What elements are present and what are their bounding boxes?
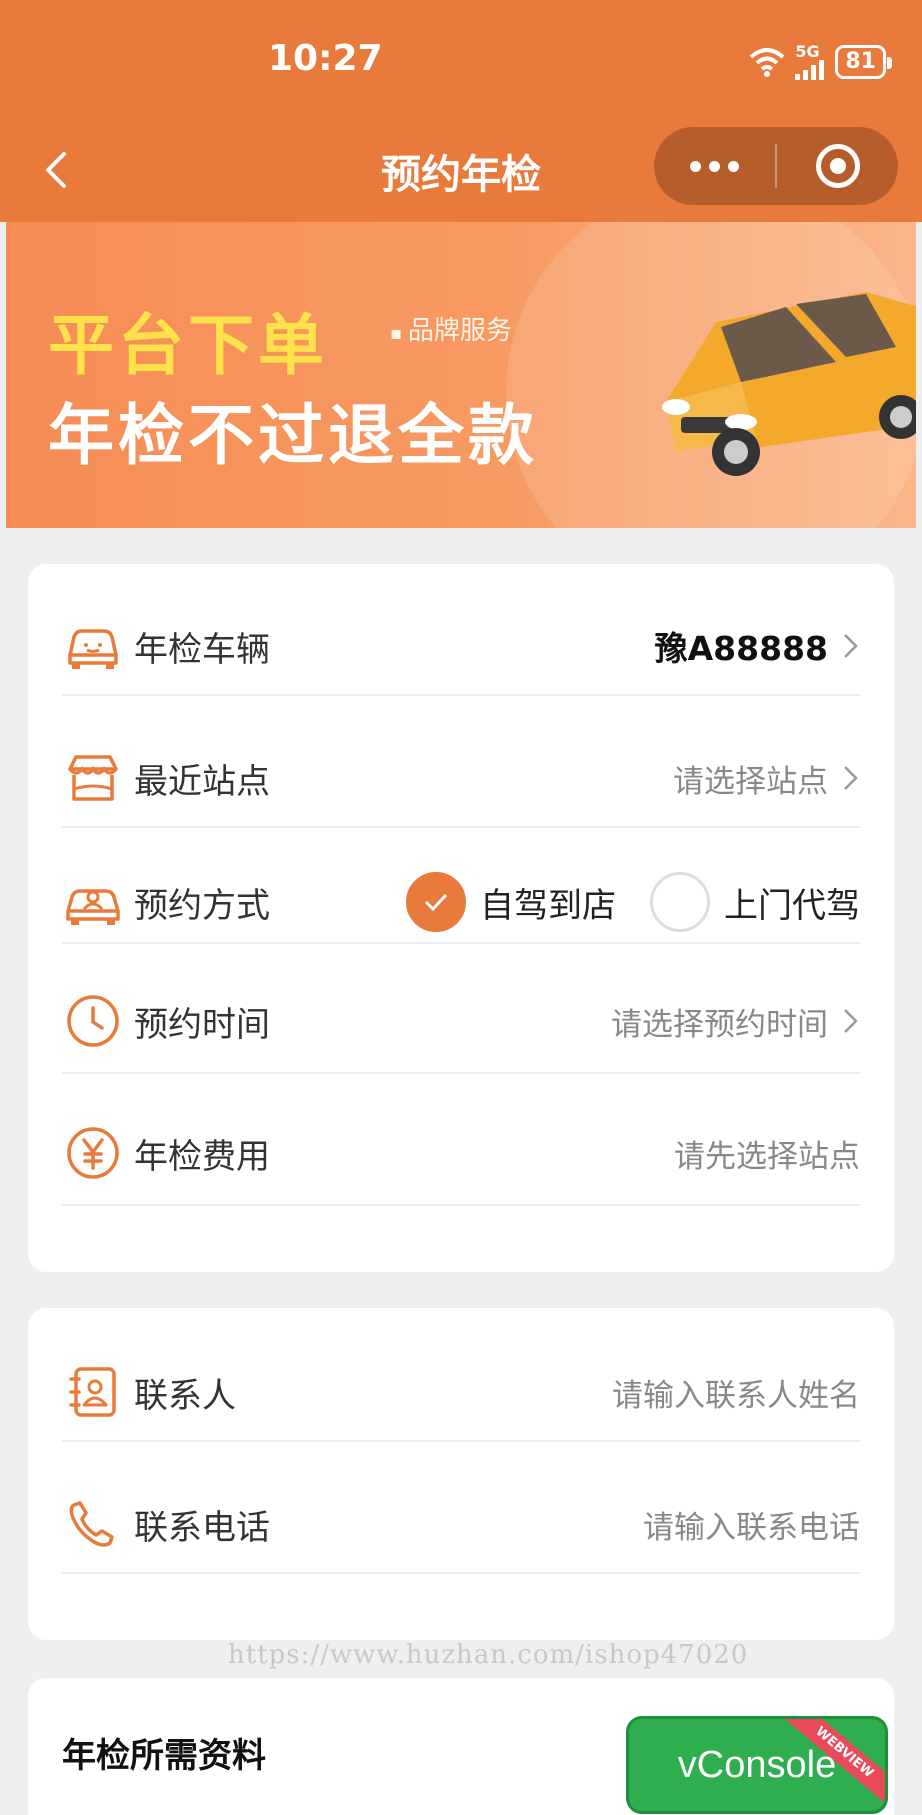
fee-label: 年检费用 <box>134 1136 270 1177</box>
car-illustration <box>662 292 916 476</box>
banner-headline: 平台下单 <box>48 307 328 384</box>
network-type: 5G <box>795 42 820 61</box>
contact-name-label: 联系人 <box>134 1375 236 1416</box>
vconsole-button[interactable]: vConsole WEBVIEW <box>626 1716 888 1814</box>
close-miniprogram-button[interactable] <box>777 127 898 205</box>
contact-card-icon <box>69 1367 116 1417</box>
booking-card: 年检车辆 豫A88888 最近站点 请选择站点 预约方式 自驾到店 上门代驾 预… <box>28 564 894 1272</box>
method-row: 预约方式 自驾到店 上门代驾 <box>62 862 860 944</box>
car-icon <box>68 629 118 669</box>
vconsole-label: vConsole <box>677 1743 837 1786</box>
materials-title: 年检所需资料 <box>62 1736 266 1776</box>
method-radio-group: 自驾到店 上门代驾 <box>406 872 860 932</box>
method-label: 预约方式 <box>134 885 270 926</box>
contact-name-input[interactable]: 请输入联系人姓名 <box>612 1370 860 1415</box>
signal-icon <box>795 60 825 80</box>
banner-subheadline: 年检不过退全款 <box>48 397 538 474</box>
phone-icon <box>69 1501 114 1547</box>
miniprogram-capsule <box>654 127 898 205</box>
status-icons: 5G 81 <box>749 42 892 80</box>
vehicle-plate: 豫A88888 <box>655 622 860 670</box>
wifi-icon <box>750 48 785 77</box>
target-icon <box>815 144 860 188</box>
banner-tag: 品牌服务 <box>390 310 512 347</box>
contact-card: 联系人 请输入联系人姓名 联系电话 请输入联系电话 <box>28 1308 894 1640</box>
store-icon <box>68 755 118 801</box>
station-placeholder: 请选择站点 <box>673 763 828 800</box>
contact-phone-label: 联系电话 <box>134 1507 270 1548</box>
method-option-pickup[interactable]: 上门代驾 <box>650 872 860 932</box>
watermark-text: https://www.huzhan.com/ishop47020 <box>228 1640 749 1670</box>
app-header: 10:27 5G 81 预约年检 <box>0 0 922 222</box>
time-label: 预约时间 <box>134 1004 270 1045</box>
more-dots-icon <box>690 160 701 172</box>
radio-unchecked-icon <box>650 872 710 932</box>
promo-banner[interactable]: 平台下单 品牌服务 年检不过退全款 <box>6 222 916 528</box>
driver-car-icon <box>66 889 120 925</box>
chevron-right-icon <box>844 634 858 658</box>
station-select: 请选择站点 <box>673 756 860 801</box>
status-time: 10:27 <box>268 38 383 79</box>
clock-icon <box>67 995 119 1047</box>
target-dot <box>829 158 846 174</box>
more-dot <box>709 160 720 172</box>
contact-phone-row[interactable]: 联系电话 请输入联系电话 <box>62 1476 860 1574</box>
more-dot <box>728 160 739 172</box>
vehicle-label: 年检车辆 <box>134 629 270 670</box>
method-option-self-drive[interactable]: 自驾到店 <box>406 872 616 932</box>
vehicle-row[interactable]: 年检车辆 豫A88888 <box>62 598 860 696</box>
fee-row: 年检费用 请先选择站点 <box>62 1102 860 1206</box>
battery-indicator: 81 <box>835 45 892 79</box>
yuan-icon <box>67 1127 119 1179</box>
vehicle-plate-text: 豫A88888 <box>654 629 828 668</box>
method-option-label: 上门代驾 <box>724 885 860 926</box>
contact-phone-input[interactable]: 请输入联系电话 <box>643 1502 860 1547</box>
more-menu-button[interactable] <box>654 127 775 205</box>
time-row[interactable]: 预约时间 请选择预约时间 <box>62 970 860 1074</box>
station-label: 最近站点 <box>134 761 270 802</box>
check-icon <box>424 893 448 912</box>
time-placeholder: 请选择预约时间 <box>611 1006 828 1043</box>
radio-checked-icon <box>406 872 466 932</box>
chevron-right-icon <box>844 1009 858 1033</box>
station-row[interactable]: 最近站点 请选择站点 <box>62 730 860 828</box>
contact-name-row[interactable]: 联系人 请输入联系人姓名 <box>62 1344 860 1442</box>
method-option-label: 自驾到店 <box>480 885 616 926</box>
chevron-right-icon <box>844 766 858 790</box>
fee-value: 请先选择站点 <box>674 1138 860 1175</box>
time-select: 请选择预约时间 <box>611 999 860 1044</box>
